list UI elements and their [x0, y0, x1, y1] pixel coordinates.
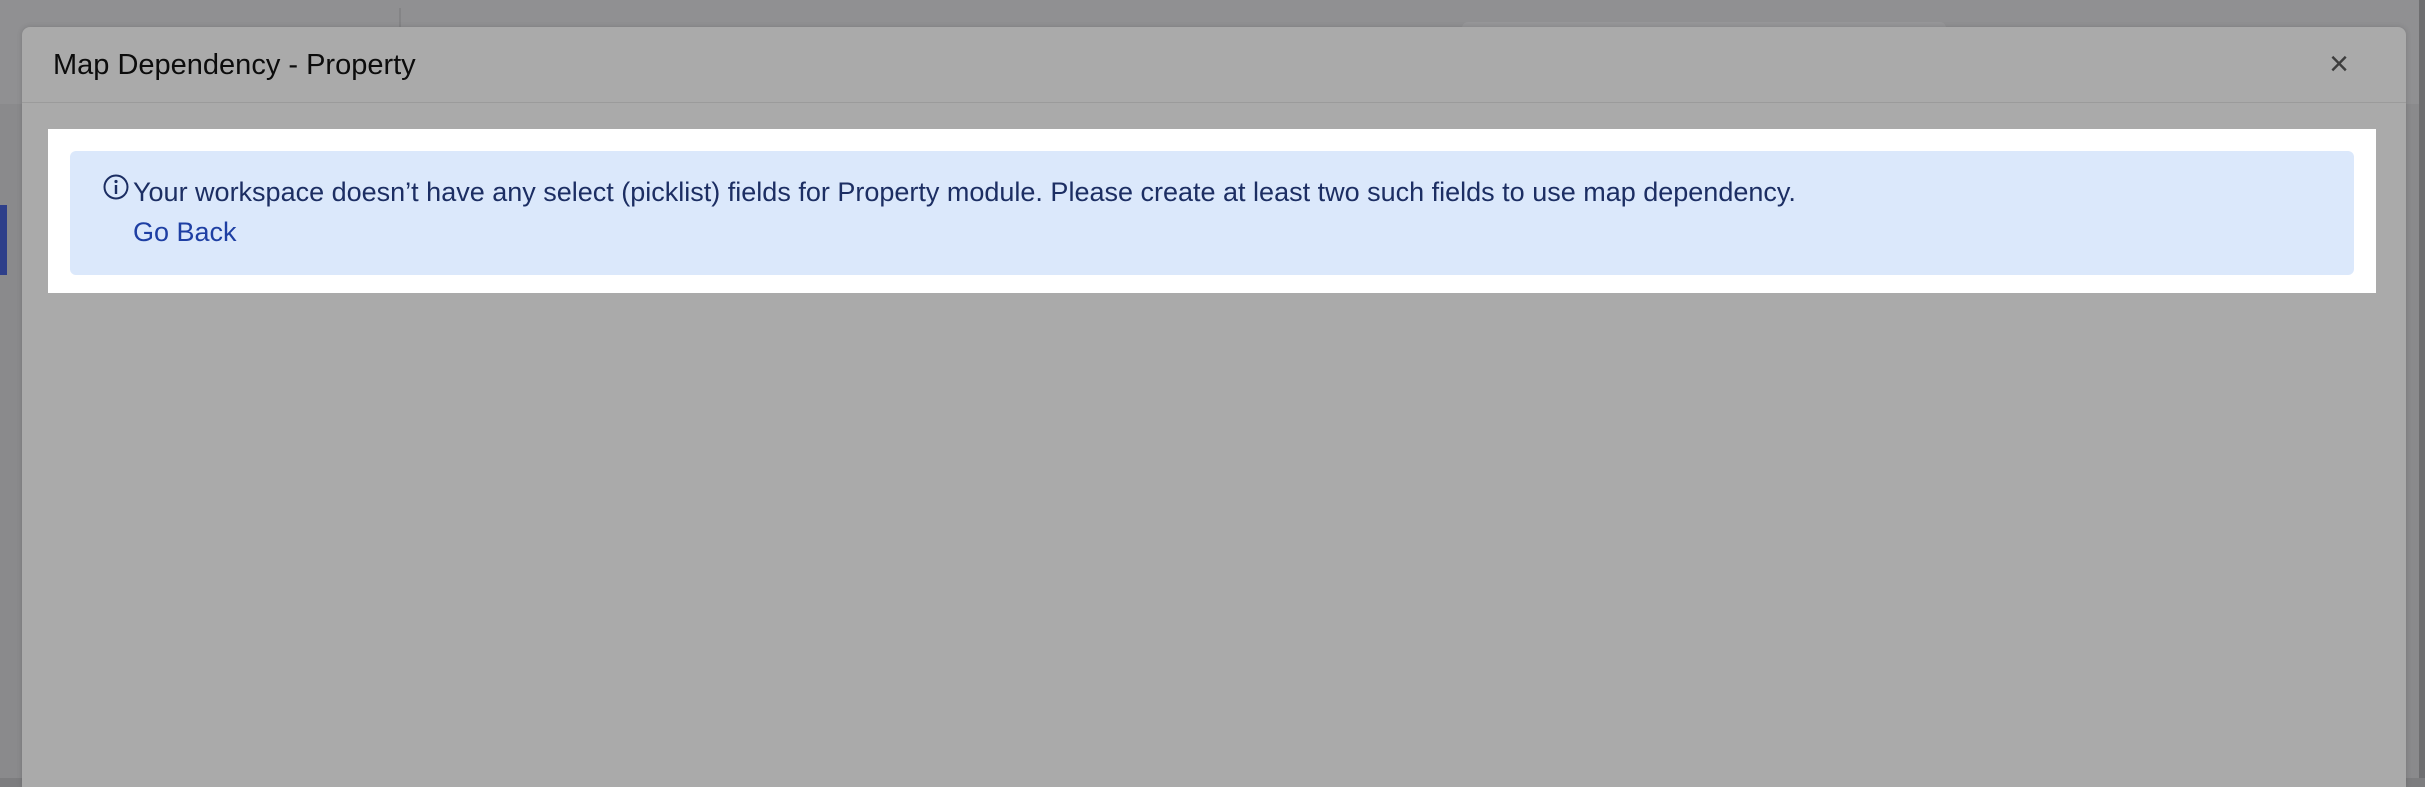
close-icon[interactable]: ×	[2329, 47, 2349, 81]
background-active-nav-indicator	[0, 205, 7, 275]
alert-message: Your workspace doesn’t have any select (…	[133, 177, 1796, 207]
go-back-link[interactable]: Go Back	[133, 215, 237, 249]
background-scrollbar	[2419, 0, 2425, 778]
modal-header: Map Dependency - Property ×	[22, 27, 2406, 103]
map-dependency-modal: Map Dependency - Property × Your workspa…	[22, 27, 2406, 787]
modal-title: Map Dependency - Property	[53, 49, 416, 81]
close-button[interactable]: ×	[2324, 47, 2354, 81]
modal-body-panel: Your workspace doesn’t have any select (…	[48, 129, 2376, 293]
info-alert: Your workspace doesn’t have any select (…	[70, 151, 2354, 275]
info-icon	[103, 174, 129, 200]
